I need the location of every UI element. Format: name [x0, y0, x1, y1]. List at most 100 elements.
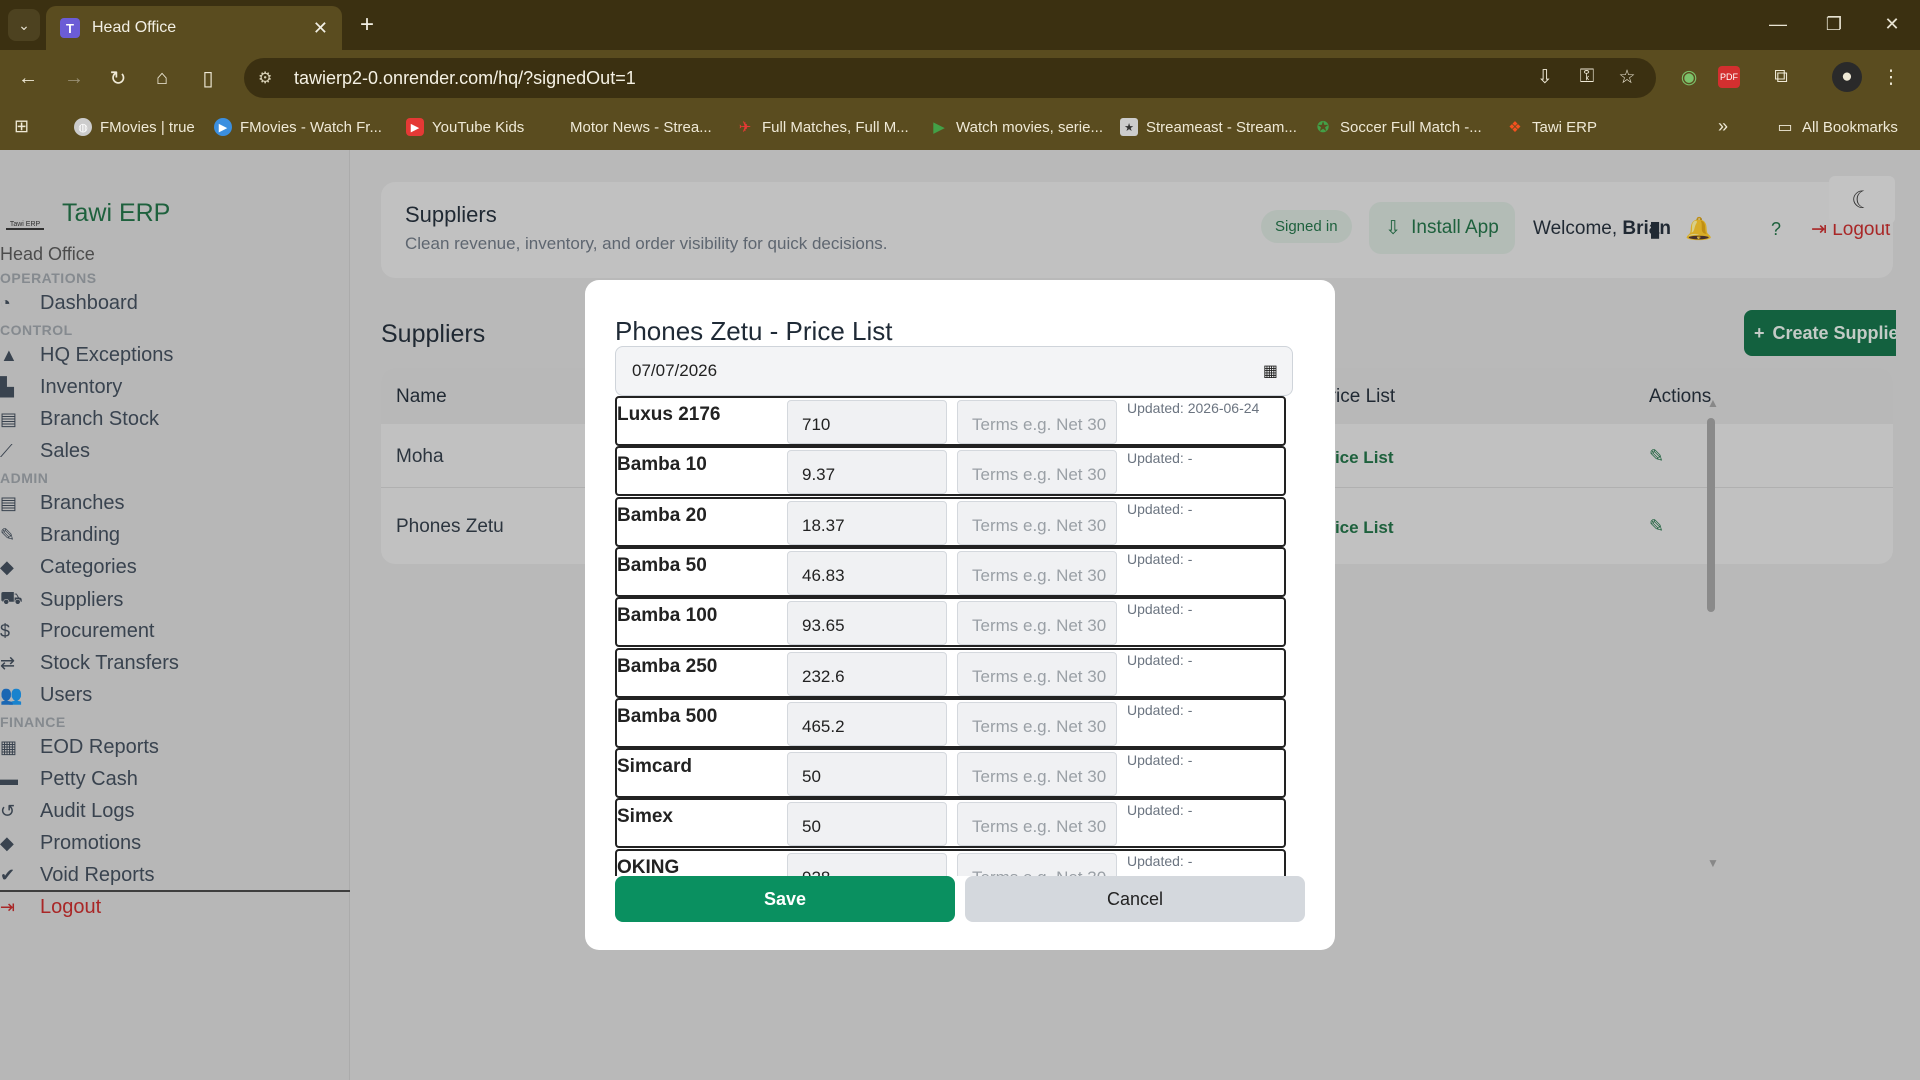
terms-input[interactable]: Terms e.g. Net 30 [957, 853, 1117, 876]
product-name: Simcard [617, 756, 692, 777]
updated-label: Updated: - [1127, 853, 1193, 869]
url-text: tawierp2-0.onrender.com/hq/?signedOut=1 [294, 67, 636, 88]
terms-input[interactable]: Terms e.g. Net 30 [957, 400, 1117, 444]
browser-toolbar: ← → ↻ ⌂ ▯ ⚙ tawierp2-0.onrender.com/hq/?… [0, 50, 1920, 106]
bookmark-soccer[interactable]: ✪ Soccer Full Match -... [1314, 118, 1482, 137]
new-tab-plus-icon[interactable]: + [352, 10, 382, 40]
price-row: OKING 928 Terms e.g. Net 30 Updated: - [615, 849, 1286, 876]
price-input[interactable]: 50 [787, 752, 947, 796]
modal-title: Phones Zetu - Price List [615, 316, 893, 346]
product-name: Bamba 20 [617, 505, 707, 526]
price-row: Bamba 100 93.65 Terms e.g. Net 30 Updated: … [615, 597, 1286, 647]
cancel-button[interactable]: Cancel [965, 876, 1305, 922]
price-input[interactable]: 465.2 [787, 702, 947, 746]
install-icon[interactable]: ⇩ [1530, 62, 1560, 92]
play-icon: ▶ [214, 118, 232, 136]
price-list-modal: Phones Zetu - Price List 07/07/2026 ▦ Lu… [585, 280, 1335, 950]
price-row: Bamba 50 46.83 Terms e.g. Net 30 Updated: - [615, 547, 1286, 597]
price-list-rows: Luxus 2176 710 Terms e.g. Net 30 Updated: 2… [615, 396, 1315, 876]
price-row: Bamba 500 465.2 Terms e.g. Net 30 Updated: … [615, 698, 1286, 748]
price-input[interactable]: 50 [787, 802, 947, 846]
more-bookmarks-chevron-icon[interactable]: » [1718, 116, 1728, 137]
forward-icon[interactable]: → [58, 62, 90, 94]
star-badge-icon: ★ [1120, 118, 1138, 136]
price-input[interactable]: 93.65 [787, 601, 947, 645]
extension-earth-icon[interactable]: ◉ [1674, 62, 1704, 92]
figma-icon: ❖ [1508, 119, 1522, 136]
price-input[interactable]: 232.6 [787, 652, 947, 696]
terms-input[interactable]: Terms e.g. Net 30 [957, 450, 1117, 494]
browser-tab[interactable]: T Head Office ✕ [46, 6, 342, 50]
calendar-icon[interactable]: ▦ [1263, 361, 1278, 381]
terms-input[interactable]: Terms e.g. Net 30 [957, 752, 1117, 796]
extensions-puzzle-icon[interactable]: ⧉ [1766, 62, 1796, 92]
product-name: Bamba 500 [617, 706, 718, 727]
save-button[interactable]: Save [615, 876, 955, 922]
updated-label: Updated: - [1127, 802, 1193, 818]
runner-icon: ✈ [738, 119, 752, 136]
terms-input[interactable]: Terms e.g. Net 30 [957, 652, 1117, 696]
bookmark-tawi-erp[interactable]: ❖ Tawi ERP [1506, 118, 1597, 137]
bookmark-fmovies-watch[interactable]: ▶ FMovies - Watch Fr... [214, 118, 382, 136]
browser-tabstrip: ⌄ T Head Office ✕ + — ❐ ✕ [0, 0, 1920, 50]
updated-label: Updated: 2026-06-24 [1127, 400, 1260, 416]
product-name: Bamba 100 [617, 605, 718, 626]
updated-label: Updated: - [1127, 702, 1193, 718]
apps-grid-icon[interactable]: ⊞ [14, 116, 29, 137]
terms-input[interactable]: Terms e.g. Net 30 [957, 702, 1117, 746]
scroll-down-arrow-icon[interactable]: ▼ [1707, 856, 1719, 870]
updated-label: Updated: - [1127, 501, 1193, 517]
menu-kebab-icon[interactable]: ⋮ [1876, 62, 1906, 92]
blank-icon [544, 118, 562, 136]
bookmark-full-matches[interactable]: ✈ Full Matches, Full M... [736, 118, 909, 137]
bookmark-motor-news[interactable]: Motor News - Strea... [544, 118, 712, 136]
profile-avatar-icon[interactable]: ● [1832, 62, 1862, 92]
key-icon[interactable]: ⚿ [1572, 62, 1602, 92]
close-window-icon[interactable]: ✕ [1872, 8, 1912, 40]
bookmarks-bar: ⊞ ◍ FMovies | true ▶ FMovies - Watch Fr...… [0, 106, 1920, 150]
play-triangle-icon: ▶ [933, 119, 945, 136]
folder-icon: ▭ [1777, 119, 1793, 136]
globe-icon: ◍ [74, 118, 92, 136]
address-bar[interactable]: ⚙ tawierp2-0.onrender.com/hq/?signedOut=… [244, 58, 1656, 98]
scroll-up-arrow-icon[interactable]: ▲ [1707, 396, 1719, 410]
restore-icon[interactable]: ❐ [1814, 8, 1854, 40]
price-input[interactable]: 46.83 [787, 551, 947, 595]
price-input[interactable]: 710 [787, 400, 947, 444]
tab-search-chevron-icon[interactable]: ⌄ [8, 9, 40, 41]
reload-icon[interactable]: ↻ [102, 62, 134, 94]
site-settings-icon[interactable]: ⚙ [258, 68, 280, 88]
price-input[interactable]: 18.37 [787, 501, 947, 545]
price-row: Bamba 10 9.37 Terms e.g. Net 30 Updated: - [615, 446, 1286, 496]
price-row: Simex 50 Terms e.g. Net 30 Updated: - [615, 798, 1286, 848]
modal-scrollbar-thumb[interactable] [1707, 418, 1715, 612]
price-row: Simcard 50 Terms e.g. Net 30 Updated: - [615, 748, 1286, 798]
product-name: OKING [617, 857, 680, 876]
terms-input[interactable]: Terms e.g. Net 30 [957, 501, 1117, 545]
all-bookmarks[interactable]: ▭ All Bookmarks [1776, 118, 1897, 137]
product-name: Bamba 10 [617, 454, 707, 475]
back-icon[interactable]: ← [12, 62, 44, 94]
updated-label: Updated: - [1127, 752, 1193, 768]
bookmark-watch-movies[interactable]: ▶ Watch movies, serie... [930, 118, 1103, 137]
price-input[interactable]: 9.37 [787, 450, 947, 494]
product-name: Bamba 50 [617, 555, 707, 576]
bookmark-fmovies-true[interactable]: ◍ FMovies | true [74, 118, 195, 136]
price-input[interactable]: 928 [787, 853, 947, 876]
terms-input[interactable]: Terms e.g. Net 30 [957, 601, 1117, 645]
star-icon[interactable]: ☆ [1612, 62, 1642, 92]
terms-input[interactable]: Terms e.g. Net 30 [957, 551, 1117, 595]
home-icon[interactable]: ⌂ [146, 62, 178, 94]
terms-input[interactable]: Terms e.g. Net 30 [957, 802, 1117, 846]
date-input[interactable]: 07/07/2026 ▦ [615, 346, 1293, 396]
updated-label: Updated: - [1127, 601, 1193, 617]
bookmark-streameast[interactable]: ★ Streameast - Stream... [1120, 118, 1297, 136]
bookmark-youtube-kids[interactable]: ▶ YouTube Kids [406, 118, 524, 136]
tab-title: Head Office [92, 19, 177, 36]
updated-label: Updated: - [1127, 652, 1193, 668]
pdf-extension-icon[interactable]: PDF [1718, 66, 1740, 88]
minimize-icon[interactable]: — [1758, 8, 1798, 40]
soccer-icon: ✪ [1316, 119, 1330, 136]
tab-close-icon[interactable]: ✕ [313, 18, 328, 39]
reading-view-icon[interactable]: ▯ [192, 62, 224, 94]
